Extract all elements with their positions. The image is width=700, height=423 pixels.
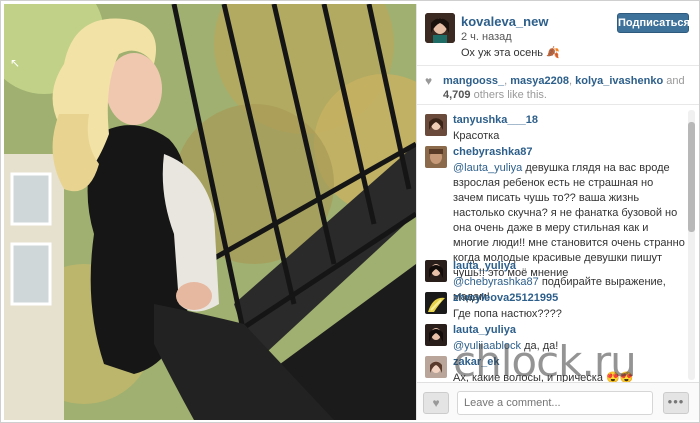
commenter-username[interactable]: tanyushka___18 — [453, 114, 538, 126]
commenter-avatar[interactable] — [425, 356, 447, 378]
post-photo-illustration — [4, 4, 416, 420]
comment-bar: ♥ ••• — [417, 382, 699, 420]
commenter-username[interactable]: zhmyleova25121995 — [453, 292, 558, 304]
more-options-button[interactable]: ••• — [663, 392, 689, 414]
comment-text: @yuliiaablock да, да! — [453, 340, 559, 352]
comment-input[interactable] — [457, 391, 653, 415]
more-options-icon: ••• — [667, 394, 685, 409]
commenter-username[interactable]: lauta_yuliya — [453, 324, 516, 336]
heart-icon: ♥ — [425, 74, 433, 88]
liker-username[interactable]: kolya_ivashenko — [575, 75, 663, 87]
instagram-post-window: ↖ kovaleva_new 2 ч. назад Ох уж эта осен… — [0, 0, 700, 423]
author-username[interactable]: kovaleva_new — [461, 14, 548, 29]
likes-suffix: others like this. — [473, 89, 547, 101]
commenter-username[interactable]: chebyrashka87 — [453, 146, 533, 158]
post-photo[interactable]: ↖ — [4, 4, 416, 420]
liker-username[interactable]: masya2208 — [510, 75, 569, 87]
commenter-avatar[interactable] — [425, 324, 447, 346]
comment-mention[interactable]: @lauta_yuliya — [453, 162, 522, 174]
commenter-username[interactable]: zakar_ek — [453, 356, 500, 368]
author-avatar[interactable] — [425, 13, 455, 43]
likes-count[interactable]: 4,709 — [443, 89, 471, 101]
likes-summary: ♥ mangooss_, masya2208, kolya_ivashenko … — [417, 67, 699, 105]
comment-text: Где попа настюх???? — [453, 308, 562, 320]
comment-mention[interactable]: @yuliiaablock — [453, 340, 521, 352]
likes-and-text: and — [666, 75, 685, 87]
commenter-avatar[interactable] — [425, 260, 447, 282]
post-timestamp: 2 ч. назад — [461, 31, 512, 43]
post-caption: Ох уж эта осень 🍂 — [461, 47, 560, 59]
comment-text: Ах, какие волосы, и прическа 😍😍 — [453, 372, 634, 382]
comments-scrollbar[interactable] — [688, 110, 695, 380]
commenter-username[interactable]: lauta_yuliya — [453, 260, 516, 272]
comment-mention[interactable]: @chebyrashka87 — [453, 276, 539, 288]
commenter-avatar[interactable] — [425, 146, 447, 168]
heart-icon: ♥ — [432, 396, 440, 410]
post-details-panel: kovaleva_new 2 ч. назад Ох уж эта осень … — [416, 4, 699, 420]
commenter-avatar[interactable] — [425, 292, 447, 314]
liker-username[interactable]: mangooss_ — [443, 75, 504, 87]
follow-button[interactable]: Подписаться — [617, 13, 690, 33]
comments-list[interactable]: tanyushka___18 Красотка chebyrashka87 @l… — [417, 106, 699, 382]
comments-scroll-thumb[interactable] — [688, 122, 695, 232]
like-button[interactable]: ♥ — [423, 392, 449, 414]
commenter-avatar[interactable] — [425, 114, 447, 136]
comment-text: Красотка — [453, 130, 500, 142]
author-avatar-image — [425, 13, 455, 43]
mouse-cursor-icon: ↖ — [10, 56, 21, 70]
post-header: kovaleva_new 2 ч. назад Ох уж эта осень … — [417, 4, 699, 66]
